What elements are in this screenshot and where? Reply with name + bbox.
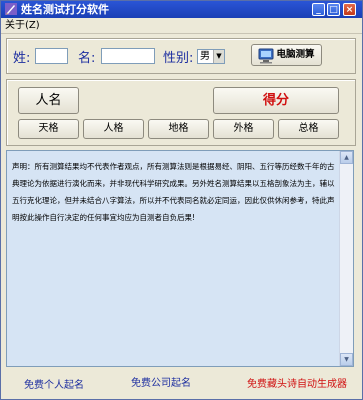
grid-wai[interactable]: 外格 xyxy=(213,119,274,139)
compute-button-label: 电脑测算 xyxy=(276,49,315,60)
close-button[interactable]: × xyxy=(343,3,356,16)
grid-di[interactable]: 地格 xyxy=(148,119,209,139)
surname-input[interactable] xyxy=(35,48,68,64)
name-header: 人名 xyxy=(18,87,79,114)
app-window: 姓名测试打分软件 _ □ × 关于(Z) 姓: 名: 性别: 男 ▼ 电脑测算 … xyxy=(0,0,363,400)
gender-select[interactable]: 男 ▼ xyxy=(197,49,225,64)
grid-ren[interactable]: 人格 xyxy=(83,119,144,139)
score-header: 得分 xyxy=(213,87,339,114)
title-bar[interactable]: 姓名测试打分软件 _ □ × xyxy=(1,1,362,18)
menu-about[interactable]: 关于(Z) xyxy=(5,19,40,32)
compute-button[interactable]: 电脑测算 xyxy=(251,44,322,66)
grid-tian[interactable]: 天格 xyxy=(18,119,79,139)
gender-value: 男 xyxy=(200,51,210,62)
app-icon xyxy=(5,3,17,15)
chevron-down-icon[interactable]: ▼ xyxy=(213,50,224,63)
given-name-input[interactable] xyxy=(101,48,155,64)
notice-text: 声明：所有测算结果均不代表作者观点，所有测算法则是根据易经、阴阳、五行等历经数千… xyxy=(12,162,335,222)
grid-zong[interactable]: 总格 xyxy=(278,119,339,139)
maximize-button[interactable]: □ xyxy=(327,3,340,16)
link-free-company-naming[interactable]: 免费公司起名 xyxy=(131,377,191,390)
computer-icon xyxy=(258,48,274,64)
link-free-personal-naming[interactable]: 免费个人起名 xyxy=(24,379,84,392)
notice-textarea[interactable]: 声明：所有测算结果均不代表作者观点，所有测算法则是根据易经、阴阳、五行等历经数千… xyxy=(6,150,354,367)
window-title: 姓名测试打分软件 xyxy=(21,3,109,16)
menu-bar: 关于(Z) xyxy=(1,18,362,34)
vertical-scrollbar[interactable]: ▲ ▼ xyxy=(339,151,353,366)
scroll-down-arrow-icon[interactable]: ▼ xyxy=(340,353,353,366)
link-acrostic-poem-generator[interactable]: 免费藏头诗自动生成器 xyxy=(247,378,347,391)
scroll-up-arrow-icon[interactable]: ▲ xyxy=(340,151,353,164)
given-name-label: 名: xyxy=(78,51,96,66)
surname-label: 姓: xyxy=(13,51,31,66)
minimize-button[interactable]: _ xyxy=(312,3,325,16)
score-header-label: 得分 xyxy=(262,93,289,108)
gender-label: 性别: xyxy=(163,51,194,66)
